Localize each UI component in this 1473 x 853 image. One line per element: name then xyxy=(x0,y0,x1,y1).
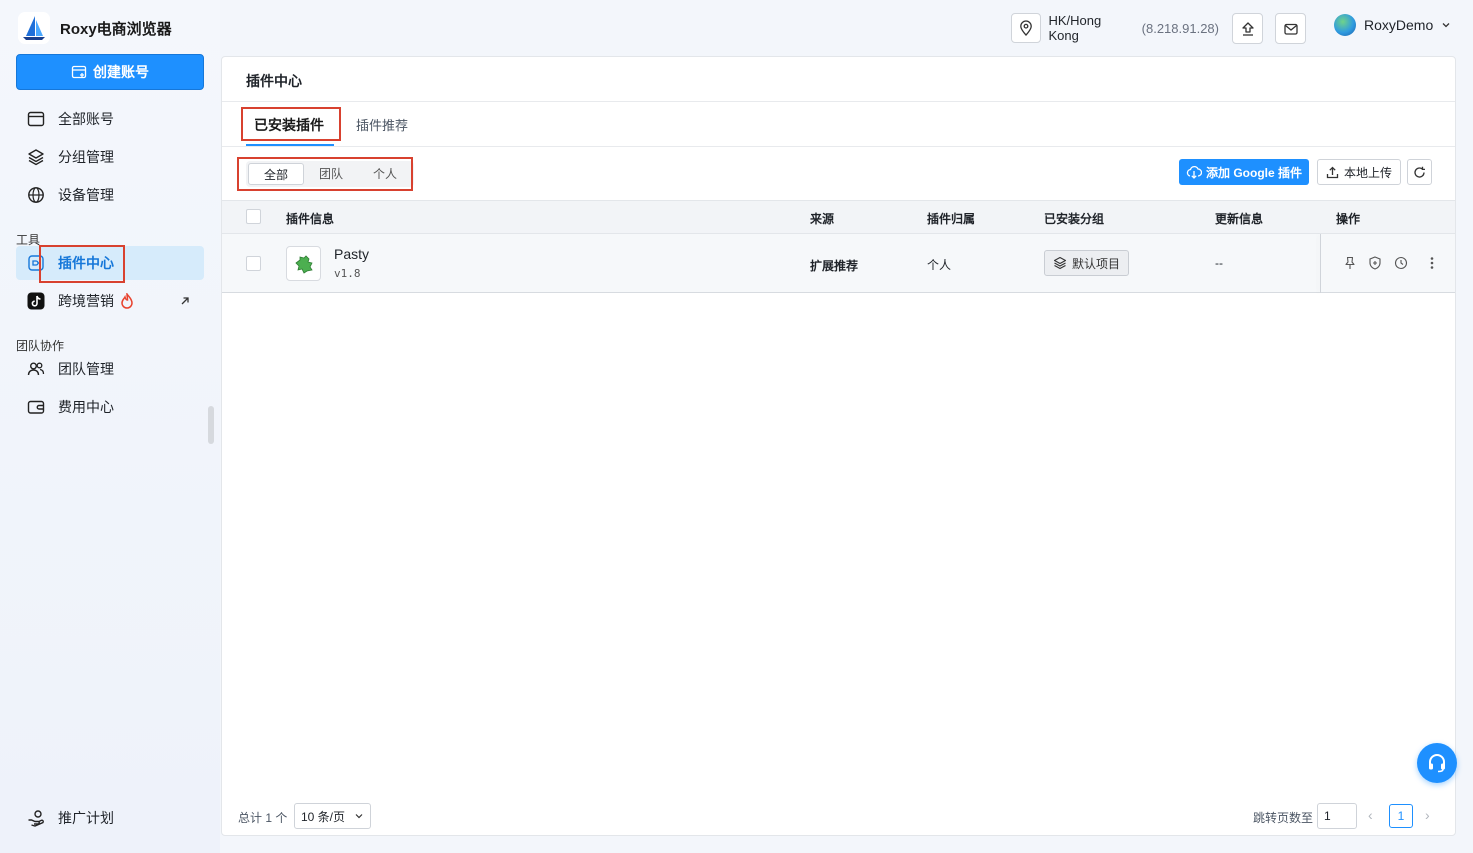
refresh-icon xyxy=(1414,166,1425,178)
puzzle-piece-icon xyxy=(286,246,321,281)
page-button-current[interactable]: 1 xyxy=(1389,804,1413,828)
messages-button[interactable] xyxy=(1275,13,1306,44)
select-all-checkbox[interactable] xyxy=(246,209,261,224)
prev-page-icon[interactable]: ‹ xyxy=(1368,807,1373,823)
refresh-button[interactable] xyxy=(1407,159,1432,185)
sidebar-item-label: 全部账号 xyxy=(58,111,114,127)
fixed-column-divider xyxy=(1320,234,1321,293)
plugin-owner: 个人 xyxy=(927,258,952,272)
group-tag-label: 默认项目 xyxy=(1072,256,1121,271)
upload-icon xyxy=(1326,166,1339,178)
more-options-icon[interactable] xyxy=(1424,255,1440,271)
layers-icon xyxy=(1053,256,1067,270)
divider xyxy=(222,101,1455,102)
sidebar-item-groups[interactable]: 分组管理 xyxy=(16,140,204,174)
sidebar-item-billing[interactable]: 费用中心 xyxy=(16,390,204,424)
sidebar-item-plugin-center[interactable]: 插件中心 xyxy=(16,246,204,280)
chevron-down-icon xyxy=(355,814,363,819)
customer-support-button[interactable] xyxy=(1417,743,1457,783)
sidebar-item-label: 插件中心 xyxy=(58,255,114,271)
jump-page-input[interactable]: 1 xyxy=(1317,803,1357,829)
plugin-icon xyxy=(26,253,46,273)
sidebar-item-cross-border-marketing[interactable]: 跨境营销 xyxy=(16,284,204,318)
create-account-label: 创建账号 xyxy=(93,64,149,80)
browser-window-icon xyxy=(26,109,46,129)
total-count: 总计 1 个 xyxy=(238,811,288,825)
filter-team[interactable]: 团队 xyxy=(304,163,358,185)
local-upload-label: 本地上传 xyxy=(1343,165,1392,180)
pin-icon[interactable] xyxy=(1342,255,1358,271)
sidebar-item-devices[interactable]: 设备管理 xyxy=(16,178,204,212)
add-google-plugin-button[interactable]: 添加 Google 插件 xyxy=(1179,159,1309,185)
sailboat-logo-icon xyxy=(18,12,50,44)
sidebar: Roxy电商浏览器 创建账号 全部账号 分组管理 设备管理 工具 插件中心 跨境… xyxy=(0,0,220,853)
cloud-download-icon xyxy=(1186,165,1202,179)
page-size-select[interactable]: 10 条/页 xyxy=(294,803,371,829)
sidebar-item-label: 推广计划 xyxy=(58,810,114,826)
sidebar-item-label: 分组管理 xyxy=(58,149,114,165)
row-checkbox[interactable] xyxy=(246,256,261,271)
filter-all[interactable]: 全部 xyxy=(248,163,304,185)
brand: Roxy电商浏览器 xyxy=(18,12,172,44)
hand-coin-icon xyxy=(26,808,46,828)
add-google-plugin-label: 添加 Google 插件 xyxy=(1205,165,1302,180)
table-header: 插件信息 来源 插件归属 已安装分组 更新信息 操作 xyxy=(222,200,1455,234)
tab-recommended-plugins[interactable]: 插件推荐 xyxy=(356,115,408,134)
layers-icon xyxy=(26,147,46,167)
location-pin-icon xyxy=(1011,13,1041,43)
location-name: HK/Hong Kong xyxy=(1048,13,1102,43)
sidebar-item-label: 设备管理 xyxy=(58,187,114,203)
main-panel: 插件中心 已安装插件 插件推荐 全部 团队 个人 添加 Google 插件 本地… xyxy=(221,56,1456,836)
jump-label: 跳转页数至 xyxy=(1253,811,1314,825)
user-menu[interactable]: RoxyDemo xyxy=(1334,14,1451,36)
table-row[interactable]: Pasty v1.8 扩展推荐 个人 默认项目 -- xyxy=(222,234,1455,293)
history-icon[interactable] xyxy=(1393,255,1409,271)
plugin-source: 扩展推荐 xyxy=(810,259,859,273)
flame-icon xyxy=(121,293,133,309)
app-title: Roxy电商浏览器 xyxy=(60,20,172,38)
next-page-icon[interactable]: › xyxy=(1425,807,1430,823)
sidebar-item-all-accounts[interactable]: 全部账号 xyxy=(16,102,204,136)
scope-filter: 全部 团队 个人 xyxy=(246,161,414,187)
headset-icon xyxy=(1429,754,1445,773)
sidebar-item-label: 费用中心 xyxy=(58,399,114,415)
avatar xyxy=(1334,14,1356,36)
create-account-icon xyxy=(71,65,87,79)
sidebar-item-label: 跨境营销 xyxy=(58,293,114,309)
page-size-value: 10 条/页 xyxy=(301,809,346,824)
upload-sync-button[interactable] xyxy=(1232,13,1263,44)
username: RoxyDemo xyxy=(1364,17,1434,33)
location-ip: (8.218.91.28) xyxy=(1141,20,1219,36)
column-header: 插件归属 xyxy=(927,212,976,226)
proxy-location[interactable]: HK/Hong Kong (8.218.91.28) xyxy=(1011,12,1219,44)
external-link-arrow-icon xyxy=(181,297,189,305)
sidebar-item-affiliate[interactable]: 推广计划 xyxy=(16,801,204,835)
tab-installed-plugins[interactable]: 已安装插件 xyxy=(254,115,324,135)
sidebar-item-label: 团队管理 xyxy=(58,361,114,377)
plugin-name: Pasty xyxy=(334,246,370,262)
mail-icon xyxy=(1283,23,1298,35)
users-icon xyxy=(26,359,46,379)
sidebar-scrollbar[interactable] xyxy=(208,406,214,444)
cloud-upload-icon xyxy=(1241,21,1254,36)
tiktok-icon xyxy=(26,291,46,311)
column-header: 插件信息 xyxy=(286,212,335,226)
divider xyxy=(222,146,1455,147)
globe-icon xyxy=(26,185,46,205)
sidebar-item-team-management[interactable]: 团队管理 xyxy=(16,352,204,386)
local-upload-button[interactable]: 本地上传 xyxy=(1317,159,1401,185)
create-account-button[interactable]: 创建账号 xyxy=(16,54,204,90)
group-tag[interactable]: 默认项目 xyxy=(1044,250,1130,276)
plugin-update-info: -- xyxy=(1215,256,1223,270)
column-header: 操作 xyxy=(1336,212,1361,226)
column-header: 来源 xyxy=(810,212,835,226)
filter-personal[interactable]: 个人 xyxy=(358,163,412,185)
chevron-down-icon xyxy=(1442,23,1450,28)
page-title: 插件中心 xyxy=(246,73,302,89)
column-header: 更新信息 xyxy=(1215,212,1264,226)
plugin-version: v1.8 xyxy=(334,267,361,280)
column-header: 已安装分组 xyxy=(1044,212,1105,226)
shield-icon[interactable] xyxy=(1367,255,1383,271)
wallet-icon xyxy=(26,397,46,417)
